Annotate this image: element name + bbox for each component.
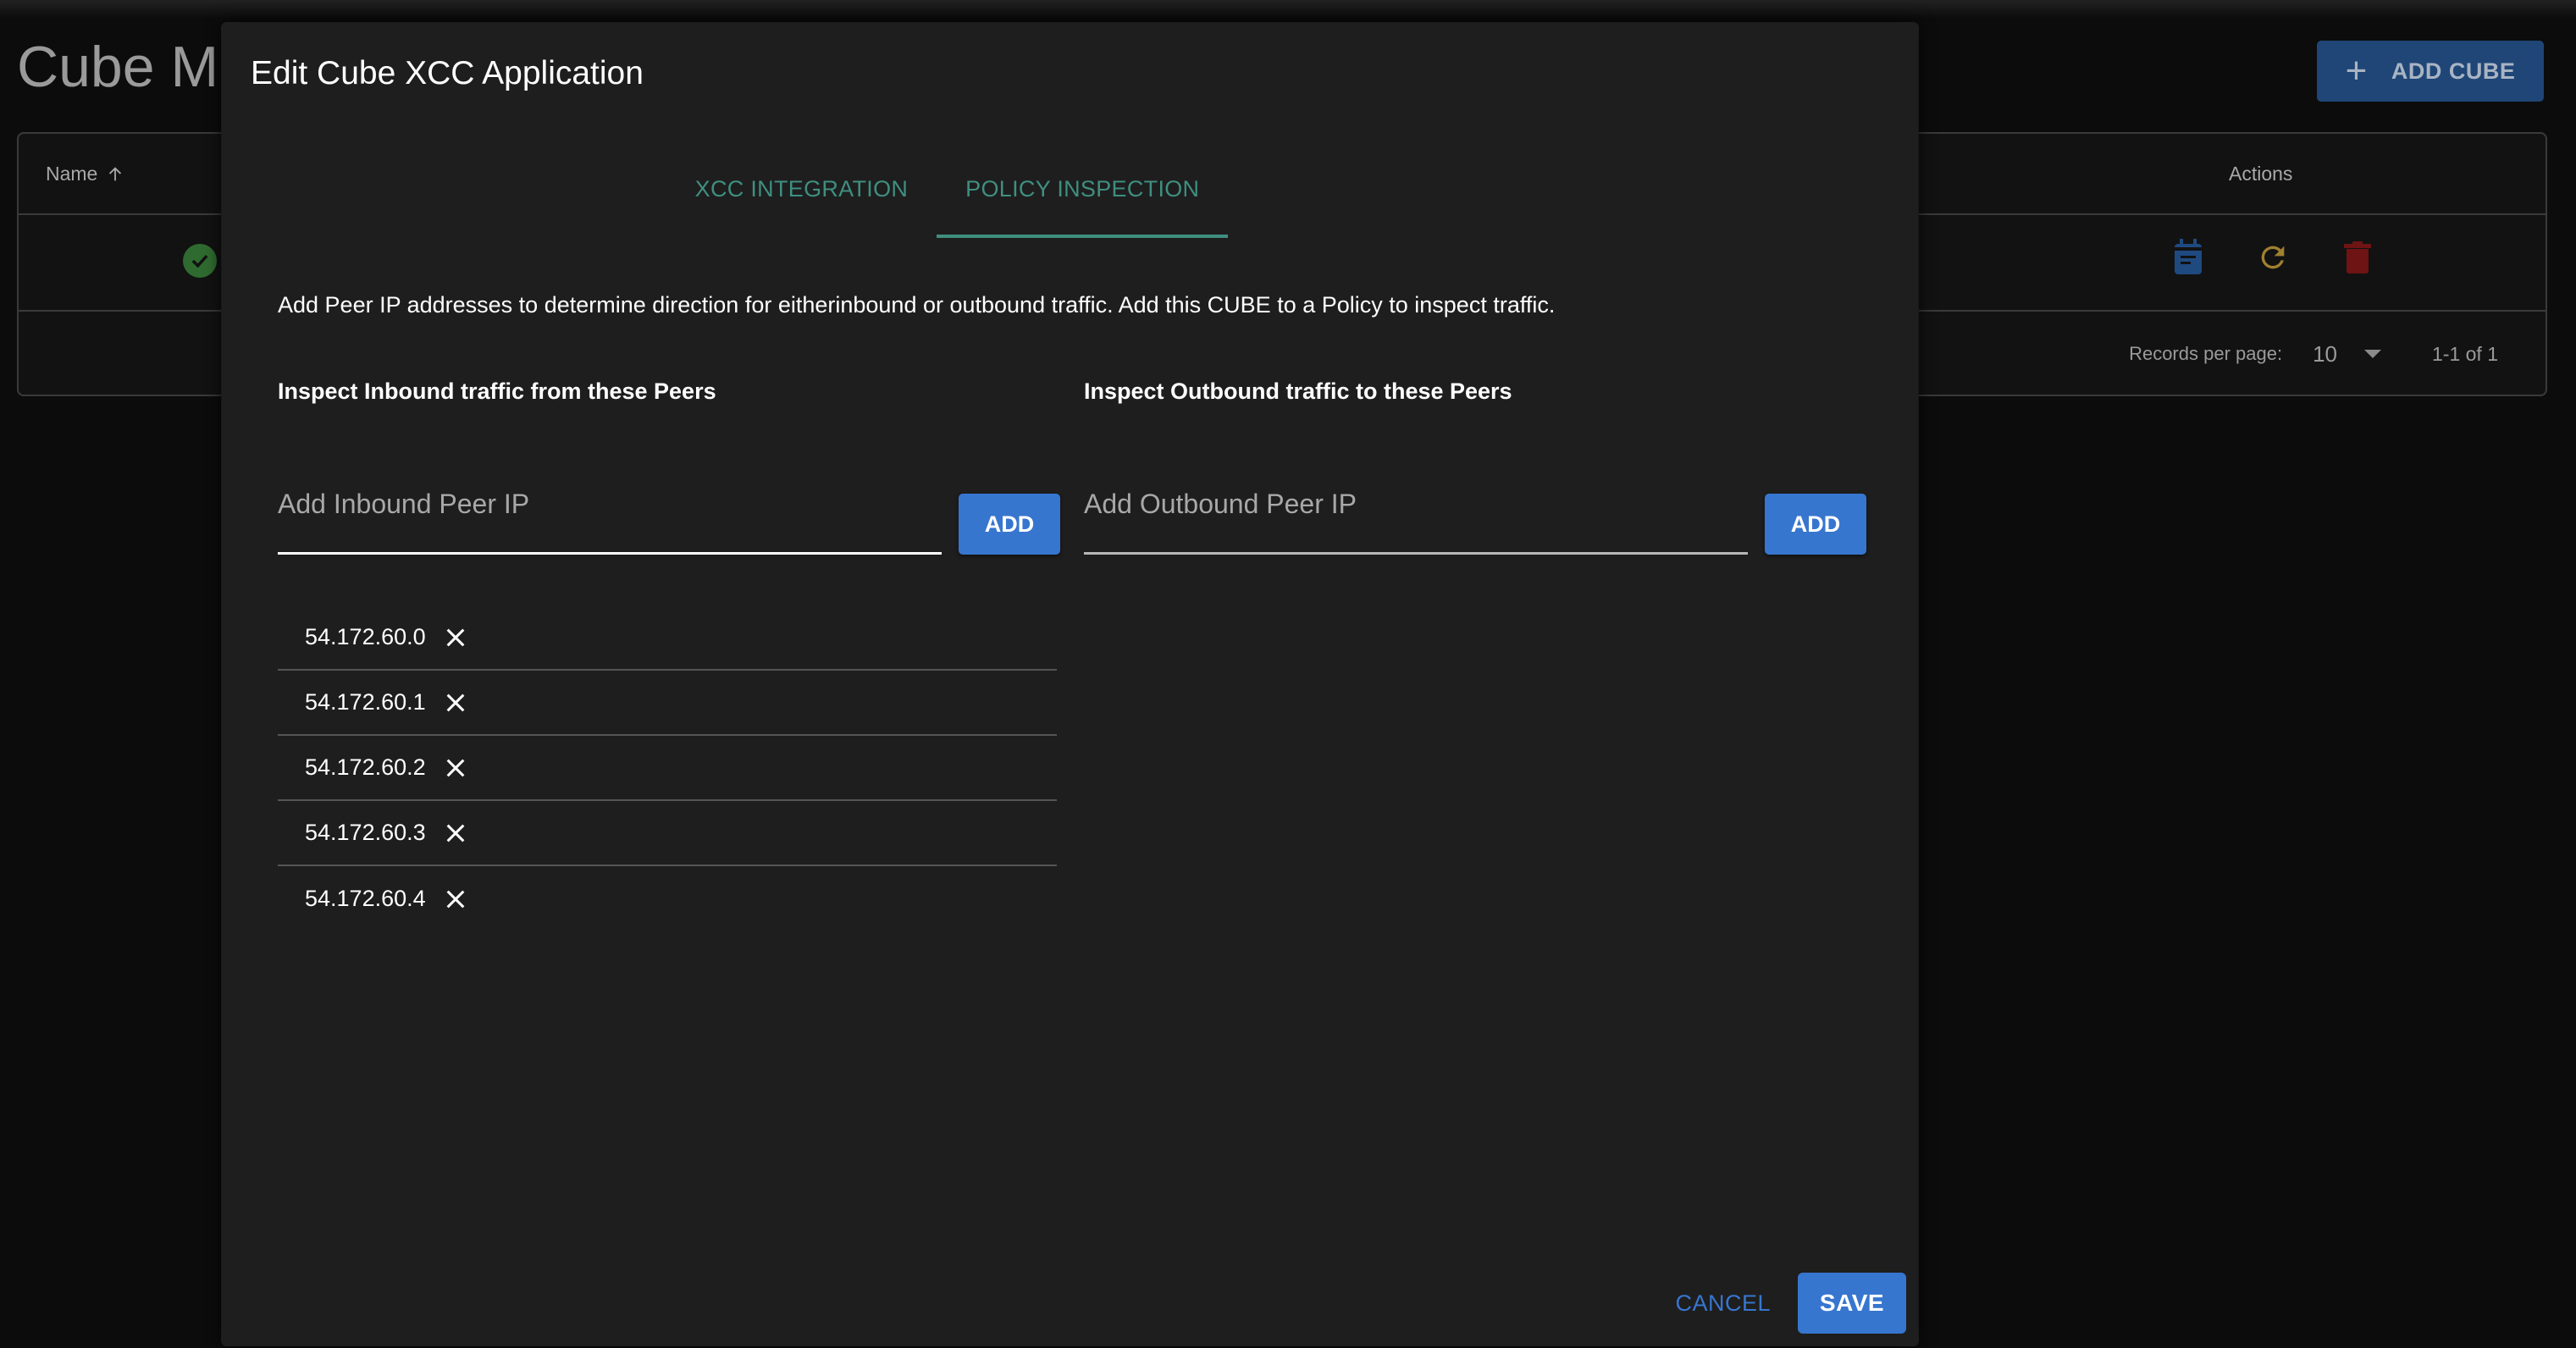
dropdown-caret-icon [2364,350,2381,358]
inbound-input-row: ADD [278,467,1060,555]
outbound-peer-ip-input[interactable] [1084,467,1748,555]
peer-ip: 54.172.60.1 [305,689,426,715]
outbound-input-row: ADD [1084,467,1866,555]
records-per-page-label: Records per page: [2129,343,2283,364]
close-icon[interactable] [441,885,470,914]
plus-icon: + [2345,50,2368,91]
peer-ip: 54.172.60.3 [305,820,426,845]
add-cube-label: ADD CUBE [2391,58,2516,84]
add-inbound-button[interactable]: ADD [959,494,1060,555]
save-button[interactable]: SAVE [1798,1273,1906,1334]
close-icon[interactable] [441,819,470,848]
page-title: Cube Ma [17,35,251,99]
column-name-label: Name [46,163,98,185]
dialog-title: Edit Cube XCC Application [251,55,644,91]
close-icon[interactable] [441,688,470,717]
outbound-section: Inspect Outbound traffic to these Peers … [1084,378,1866,555]
edit-cube-dialog: Edit Cube XCC Application XCC INTEGRATIO… [222,23,1918,1345]
add-outbound-button[interactable]: ADD [1765,494,1866,555]
sort-ascending-icon [109,166,122,180]
list-item: 54.172.60.2 [278,736,1057,801]
peer-ip: 54.172.60.2 [305,754,426,780]
edit-event-icon[interactable] [2170,239,2207,276]
inbound-peer-ip-input[interactable] [278,467,942,555]
records-per-page-select[interactable]: 10 [2313,341,2381,367]
tab-policy-inspection[interactable]: POLICY INSPECTION [937,141,1229,238]
add-cube-button[interactable]: + ADD CUBE [2317,41,2544,102]
pagination-range: 1-1 of 1 [2432,342,2498,365]
list-item: 54.172.60.1 [278,671,1057,736]
inbound-section: Inspect Inbound traffic from these Peers… [278,378,1060,911]
row-actions [2170,239,2376,276]
close-icon[interactable] [441,623,470,652]
list-item: 54.172.60.0 [278,605,1057,671]
dialog-actions: CANCEL SAVE [1675,1273,1906,1334]
records-per-page-value: 10 [2313,340,2337,367]
column-header-actions: Actions [2229,163,2293,185]
cancel-button[interactable]: CANCEL [1675,1290,1771,1317]
table-footer: Records per page: 10 1-1 of 1 [2129,312,2546,396]
list-item: 54.172.60.3 [278,801,1057,866]
inbound-heading: Inspect Inbound traffic from these Peers [278,378,716,404]
refresh-icon[interactable] [2254,239,2291,276]
list-item: 54.172.60.4 [278,866,1057,931]
outbound-heading: Inspect Outbound traffic to these Peers [1084,378,1512,404]
dialog-tabs: XCC INTEGRATION POLICY INSPECTION [222,141,1918,238]
inbound-peer-list: 54.172.60.0 54.172.60.1 54.172.60.2 54.1… [278,605,1057,931]
delete-icon[interactable] [2339,239,2376,276]
close-icon[interactable] [441,754,470,782]
tab-xcc-integration[interactable]: XCC INTEGRATION [666,141,937,236]
peer-ip: 54.172.60.0 [305,624,426,649]
peer-ip: 54.172.60.4 [305,886,426,911]
status-ok-icon [183,244,217,278]
policy-description: Add Peer IP addresses to determine direc… [278,292,1556,318]
column-header-name[interactable]: Name [46,163,124,185]
